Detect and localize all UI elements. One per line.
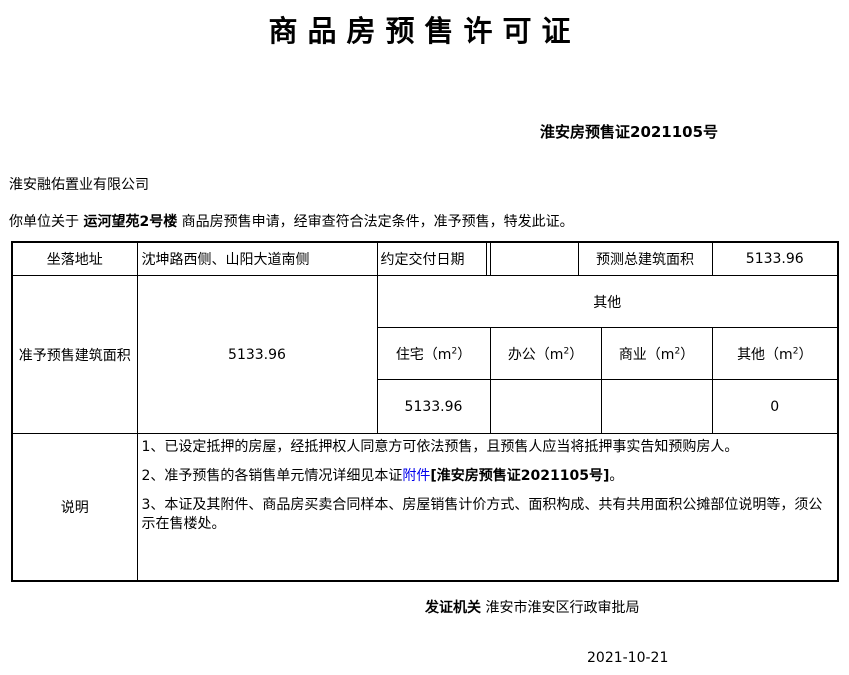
other-value: 0 <box>711 379 839 434</box>
intro-prefix: 你单位关于 <box>9 214 79 230</box>
note-1: 1、已设定抵押的房屋，经抵押权人同意方可依法预售，且预售人应当将抵押事实告知预购… <box>141 439 739 455</box>
delivery-date-label-text: 约定交付日期 <box>378 243 487 275</box>
issuer: 发证机关 淮安市淮安区行政审批局 <box>425 597 639 617</box>
issuer-label: 发证机关 <box>425 600 481 616</box>
other-header: 其他 <box>376 275 839 328</box>
note-2: 2、准予预售的各销售单元情况详细见本证附件[淮安房预售证2021105号]。 <box>141 468 624 484</box>
table-row: 坐落地址 沈坤路西侧、山阳大道南侧 约定交付日期 预测总建筑面积 5133.96 <box>11 241 839 276</box>
col-office: 办公（m2） <box>489 327 602 380</box>
note-2-cert: [淮安房预售证2021105号] <box>430 468 610 484</box>
total-area-label: 预测总建筑面积 <box>596 252 694 268</box>
col-commercial: 商业（m2） <box>600 327 713 380</box>
presale-area-label: 准予预售建筑面积 <box>11 275 138 434</box>
blank-cell <box>491 243 579 275</box>
note-3: 3、本证及其附件、商品房买卖合同样本、房屋销售计价方式、面积构成、共有共用面积公… <box>141 497 823 532</box>
document-title: 商品房预售许可证 <box>268 14 581 48</box>
intro-text: 你单位关于 运河望苑2号楼 商品房预售申请，经审查符合法定条件，准予预售，特发此… <box>9 211 574 231</box>
issue-date: 2021-10-21 <box>587 650 669 666</box>
location-value: 沈坤路西侧、山阳大道南侧 <box>136 241 378 276</box>
table-row: 准予预售建筑面积 5133.96 其他 <box>11 275 839 434</box>
company-name: 淮安融佑置业有限公司 <box>9 177 149 193</box>
permit-table: 坐落地址 沈坤路西侧、山阳大道南侧 约定交付日期 预测总建筑面积 5133.96… <box>11 241 839 582</box>
delivery-date-label: 约定交付日期 <box>376 241 491 276</box>
col-other: 其他（m2） <box>711 327 839 380</box>
location-label: 坐落地址 <box>11 241 138 276</box>
residential-value: 5133.96 <box>376 379 491 434</box>
table-row: 说明 1、已设定抵押的房屋，经抵押权人同意方可依法预售，且预售人应当将抵押事实告… <box>11 433 839 581</box>
total-area-value: 5133.96 <box>711 241 839 276</box>
commercial-value <box>600 379 713 434</box>
col-residential: 住宅（m2） <box>376 327 491 380</box>
issuer-value: 淮安市淮安区行政审批局 <box>485 600 640 616</box>
total-area-label-cell: 预测总建筑面积 <box>489 241 713 276</box>
notes-label: 说明 <box>11 433 138 581</box>
intro-project: 运河望苑2号楼 <box>83 214 178 230</box>
attachment-link[interactable]: 附件 <box>402 468 430 484</box>
notes-content: 1、已设定抵押的房屋，经抵押权人同意方可依法预售，且预售人应当将抵押事实告知预购… <box>136 433 839 581</box>
office-value <box>489 379 602 434</box>
intro-suffix: 商品房预售申请，经审查符合法定条件，准予预售，特发此证。 <box>181 214 574 230</box>
delivery-date-value <box>487 243 490 275</box>
presale-area-value: 5133.96 <box>136 275 378 434</box>
certificate-number: 淮安房预售证2021105号 <box>540 123 719 141</box>
